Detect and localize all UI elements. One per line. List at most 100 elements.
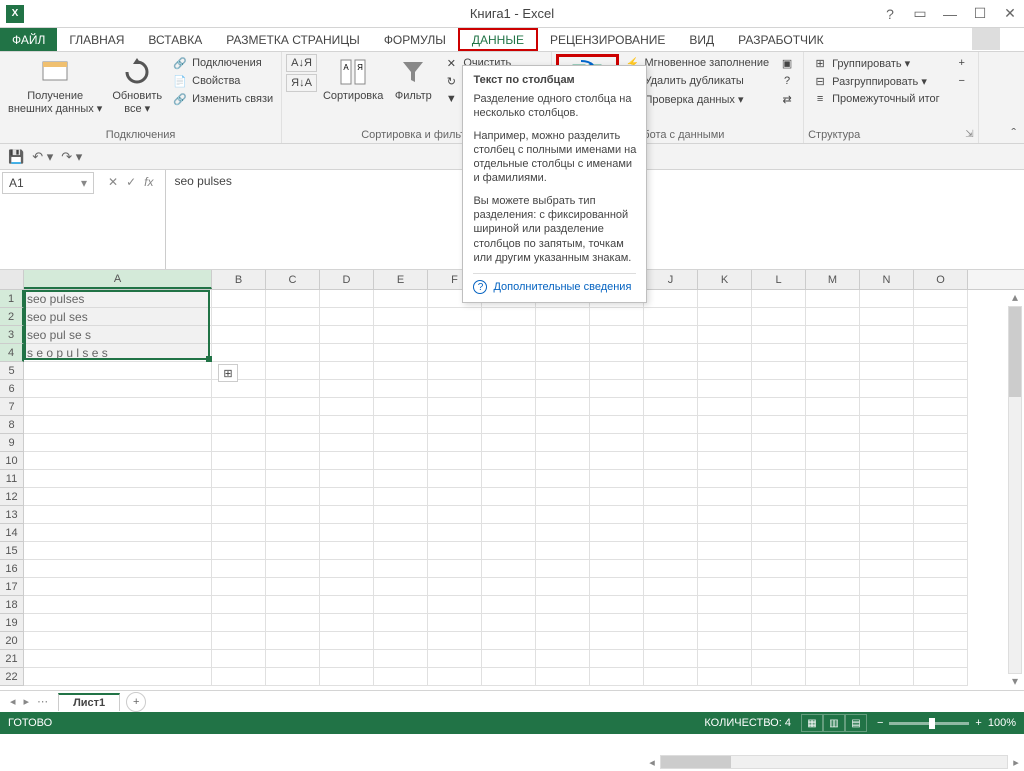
row-header[interactable]: 4: [0, 344, 24, 362]
column-header[interactable]: N: [860, 270, 914, 289]
accept-formula-icon[interactable]: ✓: [126, 175, 136, 189]
cell[interactable]: [914, 344, 968, 362]
cell[interactable]: [752, 362, 806, 380]
cell[interactable]: [644, 344, 698, 362]
cell[interactable]: [914, 668, 968, 686]
cell[interactable]: [536, 362, 590, 380]
cell[interactable]: [24, 434, 212, 452]
cell[interactable]: [482, 380, 536, 398]
cell[interactable]: [914, 398, 968, 416]
cell[interactable]: [698, 308, 752, 326]
tab-review[interactable]: РЕЦЕНЗИРОВАНИЕ: [538, 28, 677, 51]
cell[interactable]: [482, 416, 536, 434]
cell[interactable]: [374, 560, 428, 578]
user-icon[interactable]: [972, 28, 1000, 50]
cell[interactable]: seo pul ses: [24, 308, 212, 326]
cell[interactable]: [212, 434, 266, 452]
row-header[interactable]: 7: [0, 398, 24, 416]
cell[interactable]: [212, 596, 266, 614]
row-header[interactable]: 22: [0, 668, 24, 686]
sheet-nav-prev[interactable]: ◂: [6, 695, 20, 708]
cell[interactable]: [644, 470, 698, 488]
cell[interactable]: [482, 434, 536, 452]
show-detail-button[interactable]: +: [950, 54, 974, 72]
cell[interactable]: [536, 650, 590, 668]
cell[interactable]: [806, 434, 860, 452]
hide-detail-button[interactable]: −: [950, 72, 974, 90]
cell[interactable]: [914, 452, 968, 470]
tooltip-more-link[interactable]: ? Дополнительные сведения: [473, 273, 636, 294]
cell[interactable]: [428, 596, 482, 614]
cell[interactable]: [266, 614, 320, 632]
relationships-button[interactable]: ⇄: [775, 90, 799, 108]
cell[interactable]: [428, 578, 482, 596]
cell[interactable]: [590, 362, 644, 380]
cell[interactable]: [536, 452, 590, 470]
cell[interactable]: [24, 416, 212, 434]
cell[interactable]: [860, 344, 914, 362]
cell[interactable]: [212, 290, 266, 308]
view-page-layout-button[interactable]: ▥: [823, 714, 845, 732]
cell[interactable]: [590, 560, 644, 578]
row-header[interactable]: 18: [0, 596, 24, 614]
cell[interactable]: s e o p u l s e s: [24, 344, 212, 362]
column-header[interactable]: A: [24, 270, 212, 289]
cell[interactable]: [212, 524, 266, 542]
cell[interactable]: [590, 596, 644, 614]
cell[interactable]: [482, 668, 536, 686]
cell[interactable]: [860, 290, 914, 308]
cell[interactable]: [374, 416, 428, 434]
scroll-left-icon[interactable]: ◂: [644, 756, 660, 769]
cell[interactable]: [806, 326, 860, 344]
cell[interactable]: [374, 290, 428, 308]
cell[interactable]: [590, 308, 644, 326]
cell[interactable]: [806, 290, 860, 308]
cell[interactable]: [212, 488, 266, 506]
cell[interactable]: [590, 650, 644, 668]
cell[interactable]: [752, 578, 806, 596]
cell[interactable]: [590, 326, 644, 344]
cell[interactable]: [752, 596, 806, 614]
cell[interactable]: [482, 524, 536, 542]
vertical-scrollbar[interactable]: ▴ ▾: [1006, 290, 1024, 690]
cell[interactable]: [590, 470, 644, 488]
cell[interactable]: [428, 524, 482, 542]
cell[interactable]: [24, 524, 212, 542]
cell[interactable]: [24, 470, 212, 488]
cell[interactable]: [24, 362, 212, 380]
cell[interactable]: [24, 542, 212, 560]
cell[interactable]: [536, 488, 590, 506]
undo-button[interactable]: ↶ ▾: [32, 149, 53, 165]
cell[interactable]: [320, 668, 374, 686]
cell[interactable]: [806, 560, 860, 578]
tab-view[interactable]: ВИД: [677, 28, 726, 51]
cell[interactable]: [428, 434, 482, 452]
cell[interactable]: [212, 542, 266, 560]
cell[interactable]: [428, 380, 482, 398]
row-header[interactable]: 8: [0, 416, 24, 434]
cell[interactable]: [698, 398, 752, 416]
cell[interactable]: [320, 470, 374, 488]
edit-links-button[interactable]: 🔗Изменить связи: [168, 90, 277, 108]
tab-file[interactable]: ФАЙЛ: [0, 28, 57, 51]
cell[interactable]: [860, 326, 914, 344]
cell[interactable]: [482, 362, 536, 380]
row-header[interactable]: 5: [0, 362, 24, 380]
cell[interactable]: [482, 632, 536, 650]
redo-button[interactable]: ↷ ▾: [61, 149, 82, 165]
tab-developer[interactable]: РАЗРАБОТЧИК: [726, 28, 836, 51]
cell[interactable]: [698, 578, 752, 596]
cell[interactable]: [482, 542, 536, 560]
cell[interactable]: [24, 596, 212, 614]
cell[interactable]: [860, 650, 914, 668]
cell[interactable]: [24, 668, 212, 686]
cell[interactable]: [914, 488, 968, 506]
cell[interactable]: [374, 614, 428, 632]
cell[interactable]: [266, 506, 320, 524]
cell[interactable]: [266, 524, 320, 542]
cell[interactable]: [482, 596, 536, 614]
cell[interactable]: [24, 380, 212, 398]
cell[interactable]: [374, 380, 428, 398]
cell[interactable]: [860, 452, 914, 470]
cell[interactable]: [914, 380, 968, 398]
